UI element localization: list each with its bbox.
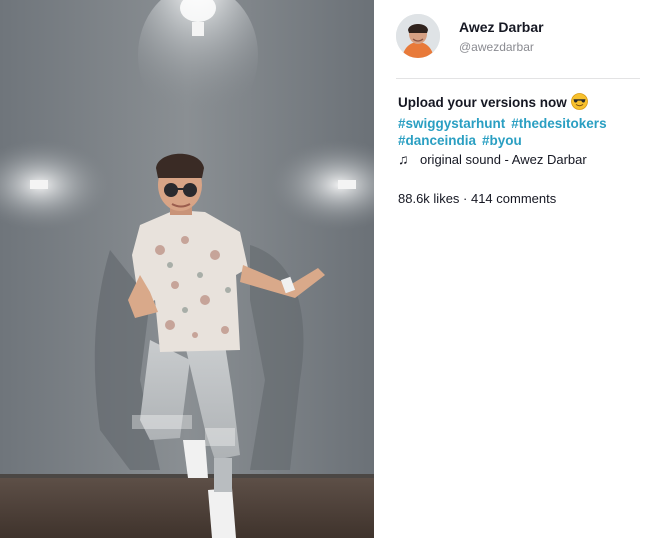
- author-name[interactable]: Awez Darbar: [459, 19, 544, 35]
- sound-link[interactable]: ♫ original sound - Awez Darbar: [398, 151, 648, 167]
- hashtag-link[interactable]: #byou: [482, 133, 522, 148]
- video-player[interactable]: [0, 0, 374, 538]
- video-frame: [0, 0, 374, 538]
- author-avatar[interactable]: [396, 14, 440, 58]
- music-note-icon: ♫: [398, 151, 409, 167]
- sound-label[interactable]: original sound - Awez Darbar: [420, 152, 587, 167]
- caption-text: Upload your versions now: [398, 95, 567, 110]
- author-handle[interactable]: @awezdarbar: [459, 40, 534, 54]
- tiktok-embed: Awez Darbar @awezdarbar Upload your vers…: [0, 0, 654, 538]
- author-header[interactable]: Awez Darbar @awezdarbar: [396, 14, 636, 58]
- hashtag-link[interactable]: #danceindia: [398, 133, 476, 148]
- video-caption: Upload your versions now #swiggystarhunt…: [398, 93, 642, 150]
- sunglasses-emoji-icon: [570, 93, 588, 115]
- divider: [396, 78, 640, 79]
- avatar-photo: [396, 14, 440, 58]
- hashtag-link[interactable]: #swiggystarhunt: [398, 116, 505, 131]
- info-panel: Awez Darbar @awezdarbar Upload your vers…: [374, 0, 654, 538]
- engagement-stats: 88.6k likes · 414 comments: [398, 191, 557, 206]
- hashtag-link[interactable]: #thedesitokers: [511, 116, 606, 131]
